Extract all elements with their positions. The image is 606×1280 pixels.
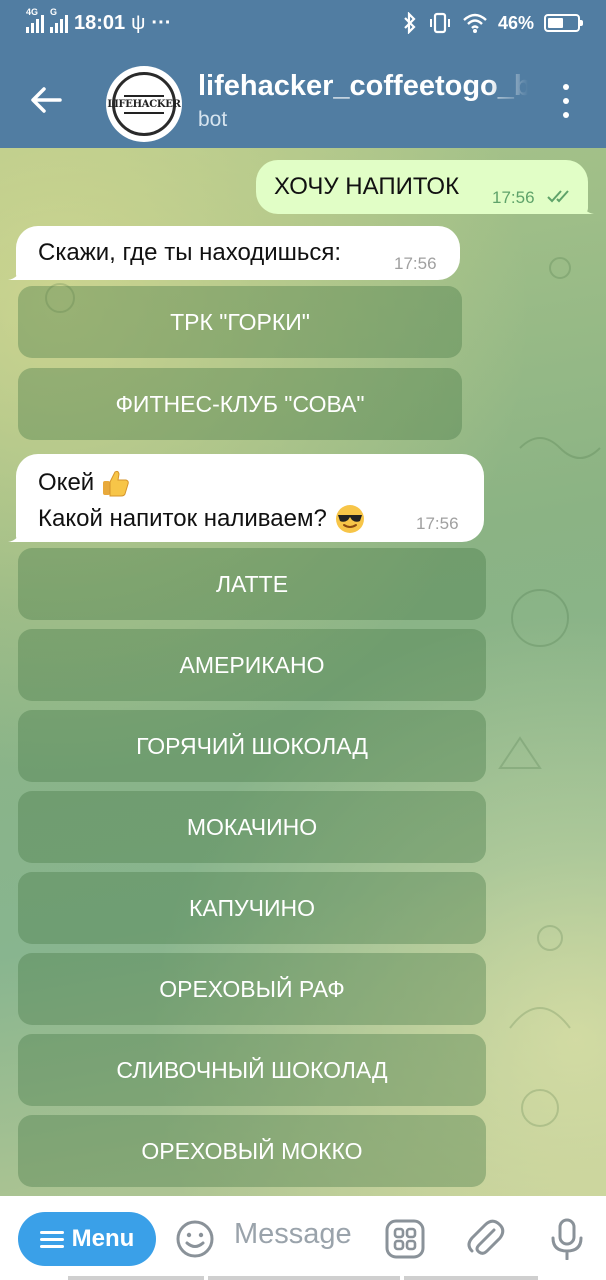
battery-icon	[544, 14, 583, 32]
bubble-tail	[8, 526, 22, 542]
double-check-read-icon	[547, 190, 569, 203]
bubble-tail	[8, 264, 22, 280]
clock: 18:01	[74, 12, 126, 34]
bot-keyboard-icon[interactable]	[384, 1218, 426, 1260]
chat-subtitle: bot	[198, 108, 228, 131]
chat-header: 4G G 18:01 ψ ··· 46% LIFEHACKER lifehack…	[0, 0, 606, 148]
usb-icon: ψ	[131, 12, 146, 34]
message-input-bar: Menu Message	[0, 1196, 606, 1280]
avatar-logo-text: LIFEHACKER	[107, 98, 181, 110]
vibrate-icon	[429, 12, 450, 34]
thumbs-up-icon	[103, 470, 129, 497]
keyboard-button-nut-mocha[interactable]: ОРЕХОВЫЙ МОККО	[18, 1115, 486, 1187]
signal-icon: 4G	[26, 7, 44, 33]
outgoing-message[interactable]: ХОЧУ НАПИТОК 17:56	[256, 160, 588, 214]
keyboard-button-americano[interactable]: АМЕРИКАНО	[18, 629, 486, 701]
keyboard-button-latte[interactable]: ЛАТТЕ	[18, 548, 486, 620]
status-bar: 4G G 18:01 ψ ··· 46%	[0, 0, 606, 54]
message-text: Какой напиток наливаем?	[38, 505, 327, 532]
network-type-label: 4G	[26, 6, 39, 17]
more-notifications-icon: ···	[151, 12, 172, 34]
nav-divider	[208, 1276, 400, 1280]
battery-percent: 46%	[497, 12, 534, 33]
message-text: Окей	[38, 469, 95, 496]
keyboard-button-cappuccino[interactable]: КАПУЧИНО	[18, 872, 486, 944]
keyboard-button-location-sova[interactable]: ФИТНЕС-КЛУБ "СОВА"	[18, 368, 462, 440]
message-text: Скажи, где ты находишься:	[38, 239, 342, 266]
keyboard-button-mochaccino[interactable]: МОКАЧИНО	[18, 791, 486, 863]
bluetooth-icon	[404, 12, 416, 34]
message-time: 17:56	[492, 188, 535, 207]
nav-divider	[404, 1276, 538, 1280]
attach-paperclip-icon[interactable]	[464, 1218, 506, 1260]
chat-area[interactable]: ХОЧУ НАПИТОК 17:56 Скажи, где ты находиш…	[0, 148, 606, 1196]
bubble-tail	[580, 198, 594, 214]
wifi-icon	[463, 13, 487, 33]
status-right: 46%	[402, 12, 583, 34]
status-left: 4G G 18:01 ψ ···	[26, 7, 172, 35]
signal-icon-2: G	[50, 7, 68, 33]
sunglasses-face-icon	[335, 505, 364, 533]
message-text: ХОЧУ НАПИТОК	[274, 173, 460, 200]
microphone-icon[interactable]	[546, 1218, 588, 1260]
keyboard-button-hot-chocolate[interactable]: ГОРЯЧИЙ ШОКОЛАД	[18, 710, 486, 782]
message-time: 17:56	[394, 254, 437, 273]
keyboard-button-nut-raf[interactable]: ОРЕХОВЫЙ РАФ	[18, 953, 486, 1025]
menu-button-label: Menu	[71, 1225, 135, 1252]
chat-title[interactable]: lifehacker_coffeetogo_b	[198, 70, 528, 103]
more-options-icon[interactable]	[556, 84, 576, 118]
nav-divider	[68, 1276, 204, 1280]
keyboard-button-location-gorki[interactable]: ТРК "ГОРКИ"	[18, 286, 462, 358]
message-line-2: Какой напиток наливаем?	[38, 504, 365, 534]
bot-menu-button[interactable]: Menu	[18, 1212, 156, 1266]
incoming-message[interactable]: Окей Какой напиток наливаем? 17:56	[16, 454, 484, 542]
hamburger-icon	[39, 1230, 64, 1248]
network-type-label-2: G	[50, 6, 58, 17]
back-arrow-icon[interactable]	[28, 82, 64, 118]
incoming-message[interactable]: Скажи, где ты находишься: 17:56	[16, 226, 460, 280]
message-time: 17:56	[416, 514, 459, 533]
bot-avatar[interactable]: LIFEHACKER	[106, 66, 182, 142]
keyboard-button-cream-chocolate[interactable]: СЛИВОЧНЫЙ ШОКОЛАД	[18, 1034, 486, 1106]
message-input[interactable]: Message	[234, 1218, 352, 1251]
lifehacker-logo: LIFEHACKER	[107, 72, 181, 136]
message-line-1: Окей	[38, 468, 130, 498]
emoji-smile-icon[interactable]	[174, 1218, 216, 1260]
